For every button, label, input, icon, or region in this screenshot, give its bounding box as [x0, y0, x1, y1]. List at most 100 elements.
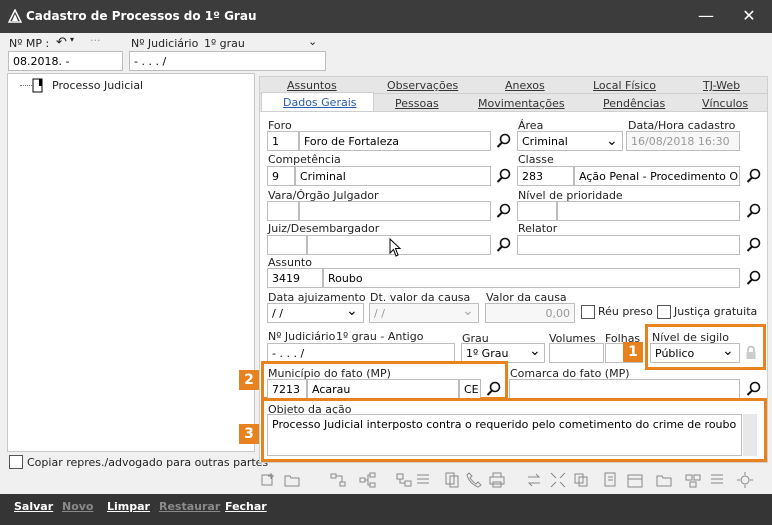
chevron-down-icon[interactable]: ⌄: [308, 35, 317, 48]
novo-button[interactable]: Novo: [62, 500, 94, 513]
more-icon[interactable]: ···: [90, 34, 101, 47]
area-value: Criminal: [522, 135, 568, 148]
tab-movimentacoes[interactable]: Movimentações: [478, 97, 565, 110]
judiciario-number-field[interactable]: - . . . /: [129, 51, 326, 71]
document-edit-icon[interactable]: [602, 471, 620, 489]
juiz-code-field[interactable]: [267, 235, 307, 255]
transfer-icon[interactable]: [525, 471, 543, 489]
calendar-icon[interactable]: [626, 471, 644, 489]
list-icon[interactable]: [708, 471, 726, 489]
tab-dados-gerais[interactable]: Dados Gerais: [283, 96, 357, 109]
print-icon[interactable]: [488, 471, 506, 489]
justica-gratuita-label: Justiça gratuita: [674, 305, 758, 318]
tab-anexos[interactable]: Anexos: [505, 79, 545, 92]
search-icon[interactable]: [746, 168, 762, 184]
objeto-textarea[interactable]: Processo Judicial interposto contra o re…: [267, 414, 742, 456]
search-icon[interactable]: [496, 237, 512, 253]
classe-label: Classe: [518, 153, 554, 166]
chevron-down-icon[interactable]: ⌄: [722, 343, 734, 359]
competencia-code-field[interactable]: 9: [267, 166, 295, 186]
folder-icon[interactable]: [283, 471, 301, 489]
assunto-name-field[interactable]: Roubo: [323, 268, 740, 288]
relator-field[interactable]: [517, 235, 740, 255]
num-judiciario-label: Nº Judiciário: [268, 330, 336, 343]
settings-icon[interactable]: [736, 471, 754, 489]
tab-observacoes[interactable]: Observações: [387, 79, 458, 92]
list-icon[interactable]: [414, 471, 432, 489]
chevron-down-icon[interactable]: ⌄: [606, 133, 618, 149]
volumes-field[interactable]: [549, 343, 604, 363]
chevron-down-icon[interactable]: ⌄: [529, 343, 541, 359]
juiz-label: Juiz/Desembargador: [268, 222, 380, 235]
tab-assuntos[interactable]: Assuntos: [287, 79, 337, 92]
vara-code-field[interactable]: [267, 201, 299, 221]
copy-icon[interactable]: [572, 471, 590, 489]
fechar-button[interactable]: Fechar: [225, 500, 267, 513]
phone-icon[interactable]: [465, 471, 483, 489]
flowchart-icon[interactable]: [329, 471, 347, 489]
document-icon: [32, 78, 43, 93]
municipio-code-field[interactable]: 7213: [267, 379, 307, 399]
reu-preso-checkbox[interactable]: [581, 305, 595, 319]
restaurar-button[interactable]: Restaurar: [159, 500, 220, 513]
valor-field: 0,00: [485, 303, 575, 323]
search-icon[interactable]: [496, 133, 512, 149]
dropdown-arrow-icon[interactable]: ▾: [70, 35, 74, 44]
sigilo-value: Público: [655, 347, 695, 360]
municipio-name-field[interactable]: Acarau: [307, 379, 459, 399]
copy-representative-checkbox[interactable]: [9, 455, 23, 469]
tab-pessoas[interactable]: Pessoas: [395, 97, 439, 110]
tab-pendencias[interactable]: Pendências: [603, 97, 665, 110]
undo-icon[interactable]: ↶: [56, 35, 67, 50]
competencia-name-field[interactable]: Criminal: [295, 166, 491, 186]
chevron-down-icon[interactable]: ⌄: [346, 303, 358, 319]
search-icon[interactable]: [496, 203, 512, 219]
window-title: Cadastro de Processos do 1º Grau: [26, 9, 257, 23]
data-ajuizamento-value: / /: [272, 307, 283, 320]
group-icon[interactable]: [684, 471, 702, 489]
link-icon[interactable]: [395, 471, 413, 489]
objeto-scrollbar[interactable]: [743, 414, 757, 456]
tree-item-processo[interactable]: Processo Judicial: [52, 79, 143, 92]
relator-label: Relator: [518, 222, 558, 235]
num-judiciario-field[interactable]: - . . . /: [267, 343, 455, 363]
add-copy-icon[interactable]: [260, 471, 278, 489]
tab-local-fisico[interactable]: Local Físico: [593, 79, 656, 92]
foro-code-field[interactable]: 1: [267, 131, 299, 151]
salvar-button[interactable]: Salvar: [14, 500, 53, 513]
process-tree: Processo Judicial: [7, 73, 255, 452]
prioridade-name-field[interactable]: [557, 201, 740, 221]
callout-badge-3: 3: [239, 424, 259, 444]
dt-valor-value: / /: [374, 307, 385, 320]
mouse-cursor-icon: [389, 238, 402, 257]
title-bar: Cadastro de Processos do 1º Grau — ✕: [0, 0, 772, 33]
tab-tj-web[interactable]: TJ-Web: [703, 79, 740, 92]
limpar-button[interactable]: Limpar: [107, 500, 150, 513]
foro-name-field[interactable]: Foro de Fortaleza: [299, 131, 491, 151]
mp-number-field[interactable]: 08.2018. -: [8, 51, 123, 71]
classe-name-field[interactable]: Ação Penal - Procedimento Ordi: [574, 166, 740, 186]
tab-vinculos[interactable]: Vínculos: [702, 97, 748, 110]
tree-structure-icon[interactable]: [359, 471, 377, 489]
lock-icon: [746, 345, 756, 359]
comarca-field[interactable]: [509, 379, 740, 399]
callout-badge-2: 2: [239, 370, 259, 390]
search-icon[interactable]: [746, 203, 762, 219]
assunto-code-field[interactable]: 3419: [267, 268, 323, 288]
expand-icon[interactable]: [549, 471, 567, 489]
folder-icon[interactable]: [655, 471, 673, 489]
search-icon[interactable]: [496, 168, 512, 184]
justica-gratuita-checkbox[interactable]: [657, 305, 671, 319]
search-icon[interactable]: [486, 381, 502, 397]
documents-icon[interactable]: [443, 471, 461, 489]
classe-code-field[interactable]: 283: [517, 166, 574, 186]
minimize-button[interactable]: —: [692, 4, 720, 28]
search-icon[interactable]: [746, 381, 762, 397]
search-icon[interactable]: [746, 237, 762, 253]
close-button[interactable]: ✕: [735, 4, 763, 28]
prioridade-code-field[interactable]: [517, 201, 557, 221]
vara-name-field[interactable]: [299, 201, 491, 221]
chevron-down-icon: ⌄: [462, 303, 474, 319]
municipio-uf-field[interactable]: CE: [459, 379, 481, 399]
search-icon[interactable]: [746, 270, 762, 286]
